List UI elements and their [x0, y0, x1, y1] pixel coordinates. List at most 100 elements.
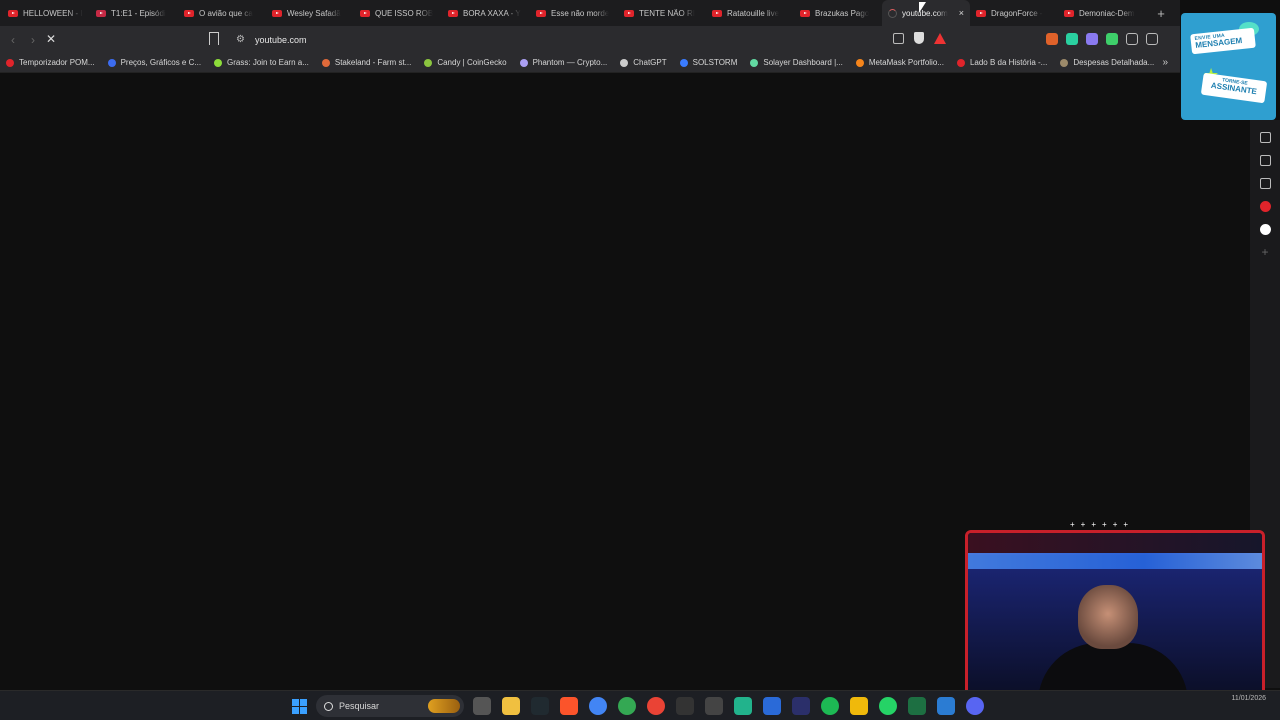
youtube-favicon-icon	[624, 9, 634, 17]
youtube-panel-icon[interactable]	[1259, 201, 1271, 212]
search-icon	[324, 701, 333, 711]
app-green-icon[interactable]	[734, 697, 752, 715]
tab[interactable]: BORA XAXA - Y	[442, 0, 530, 26]
loading-spinner-icon	[888, 8, 897, 18]
tab[interactable]: T1:E1 - Episódi	[90, 0, 178, 26]
bookmark-item[interactable]: Temporizador POM...	[6, 58, 95, 67]
audio-app-icon[interactable]	[792, 697, 810, 715]
whatsapp-icon[interactable]	[879, 697, 897, 715]
extension-fox-icon[interactable]	[1046, 33, 1058, 45]
back-arrow-icon[interactable]: ‹	[3, 33, 23, 47]
taskbar-search[interactable]: Pesquisar	[316, 695, 464, 717]
bookmark-icon[interactable]	[209, 32, 219, 45]
bookmark-item[interactable]: Grass: Join to Earn a...	[214, 58, 309, 67]
site-settings-icon[interactable]: ⚙	[236, 34, 245, 45]
youtube-favicon-icon	[272, 9, 282, 17]
bookmark-item[interactable]: Stakeland - Farm st...	[321, 58, 411, 67]
bookmark-favicon-icon	[321, 58, 330, 67]
extension-green-icon[interactable]	[1066, 33, 1078, 45]
spotify-icon[interactable]	[821, 697, 839, 715]
tab[interactable]: Brazukas Pago	[794, 0, 882, 26]
address-bar[interactable]: ⚙ youtube.com	[228, 29, 952, 50]
brave-browser-icon[interactable]	[560, 697, 578, 715]
brave-shield-icon[interactable]	[914, 32, 924, 44]
bookmark-item[interactable]: Phantom — Crypto...	[519, 58, 607, 67]
chrome-icon[interactable]	[589, 697, 607, 715]
app-blue-icon[interactable]	[763, 697, 781, 715]
capcut-icon[interactable]	[676, 697, 694, 715]
tab[interactable]: Wesley Safadã	[266, 0, 354, 26]
youtube-favicon-icon	[800, 9, 810, 17]
close-tab-icon[interactable]: ×	[959, 8, 964, 18]
bookmark-label: Despesas Detalhada...	[1073, 58, 1155, 67]
tab[interactable]: Demoniac-Dem	[1058, 0, 1146, 26]
webcam-frame-decoration: ++++++	[1070, 520, 1135, 529]
bookmark-item[interactable]: Preços, Gráficos e C...	[107, 58, 202, 67]
tab-title: TENTE NÃO RI	[639, 8, 696, 18]
webcam-top-strip	[968, 533, 1262, 555]
bookmark-item[interactable]: Lado B da História -...	[956, 58, 1047, 67]
bookmark-label: Solayer Dashboard |...	[763, 58, 843, 67]
bookmark-favicon-icon	[620, 58, 629, 67]
tab-active[interactable]: youtube.com ×	[882, 0, 970, 26]
tab-title: Wesley Safadã	[287, 8, 341, 18]
youtube-favicon-icon	[712, 9, 722, 17]
extensions-puzzle-icon[interactable]	[1126, 33, 1138, 45]
terminal-icon[interactable]	[531, 697, 549, 715]
url-actions	[893, 32, 946, 44]
file-explorer-icon[interactable]	[502, 697, 520, 715]
bookmark-favicon-icon	[956, 58, 965, 67]
discord-icon[interactable]	[966, 697, 984, 715]
bookmark-item[interactable]: SOLSTORM	[679, 58, 738, 67]
bookmark-label: Preços, Gráficos e C...	[120, 58, 202, 67]
wallet-icon[interactable]	[1146, 33, 1158, 45]
reading-list-icon[interactable]	[1259, 155, 1271, 166]
tab-title: Ratatouille live	[727, 8, 780, 18]
tab-title: Brazukas Pago	[815, 8, 870, 18]
forward-arrow-icon[interactable]: ›	[23, 33, 43, 47]
url-text[interactable]: youtube.com	[255, 35, 307, 45]
brave-rewards-icon[interactable]	[934, 32, 946, 44]
tab[interactable]: Ratatouille live	[706, 0, 794, 26]
bookmark-item[interactable]: Despesas Detalhada...	[1060, 58, 1154, 67]
tab[interactable]: Esse não morde	[530, 0, 618, 26]
stop-loading-icon[interactable]: ✕	[46, 32, 56, 46]
tab[interactable]: HELLOWEEN - I	[2, 0, 90, 26]
bookmark-label: Grass: Join to Earn a...	[227, 58, 309, 67]
new-tab-button[interactable]: +	[1150, 6, 1172, 21]
bookmark-item[interactable]: MetaMask Portfolio...	[855, 58, 944, 67]
chat-panel-icon[interactable]	[1259, 224, 1271, 235]
extension-w-icon[interactable]	[1106, 33, 1118, 45]
add-panel-icon[interactable]: +	[1260, 246, 1271, 258]
pen-icon[interactable]	[705, 697, 723, 715]
bookmark-favicon-icon	[1060, 58, 1069, 67]
bookmark-label: Candy | CoinGecko	[437, 58, 507, 67]
bookmark-item[interactable]: Solayer Dashboard |...	[750, 58, 843, 67]
promo-message-card: ENVIE UMA MENSAGEM	[1190, 27, 1256, 55]
binance-icon[interactable]	[850, 697, 868, 715]
extension-phantom-icon[interactable]	[1086, 33, 1098, 45]
bookmark-label: Temporizador POM...	[19, 58, 95, 67]
share-icon[interactable]	[893, 32, 904, 44]
bookmark-label: SOLSTORM	[692, 58, 738, 67]
windows-start-icon[interactable]	[292, 699, 307, 714]
task-view-icon[interactable]	[473, 697, 491, 715]
chrome-profile-icon[interactable]	[618, 697, 636, 715]
tab-title: Demoniac-Dem	[1079, 8, 1135, 18]
bookmark-item[interactable]: Candy | CoinGecko	[424, 58, 507, 67]
more-bookmarks-icon[interactable]: »	[1162, 57, 1168, 68]
bookmark-favicon-icon	[214, 58, 223, 67]
bookmark-item[interactable]: ChatGPT	[620, 58, 667, 67]
taskbar-apps	[473, 697, 984, 715]
tab[interactable]: DragonForce -	[970, 0, 1058, 26]
wallet-panel-icon[interactable]	[1259, 132, 1271, 143]
chrome-alt-icon[interactable]	[647, 697, 665, 715]
tab[interactable]: TENTE NÃO RI	[618, 0, 706, 26]
tab[interactable]: QUE ISSO ROB	[354, 0, 442, 26]
extensions-bar	[1046, 33, 1158, 45]
bookmark-favicon-icon	[107, 58, 116, 67]
outlook-icon[interactable]	[937, 697, 955, 715]
excel-icon[interactable]	[908, 697, 926, 715]
bookmarks-panel-icon[interactable]	[1259, 178, 1271, 189]
tab[interactable]: O avião que ca	[178, 0, 266, 26]
